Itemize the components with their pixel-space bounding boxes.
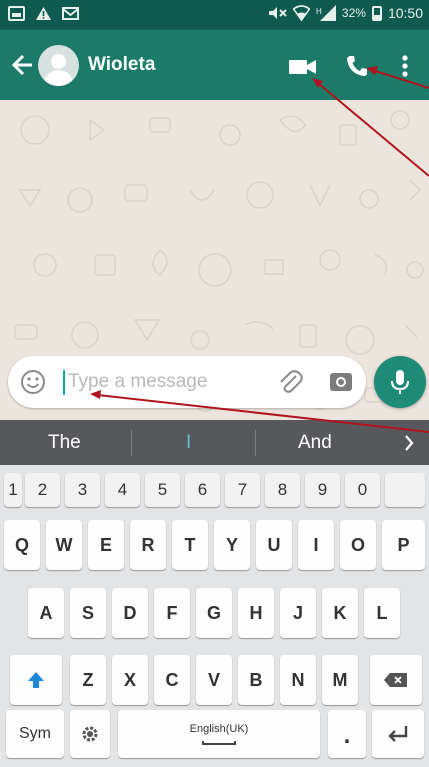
attachment-icon[interactable]	[276, 368, 304, 396]
back-arrow-icon[interactable]	[10, 50, 38, 80]
suggestion-the[interactable]: The	[48, 432, 81, 454]
key-b[interactable]: B	[238, 655, 274, 705]
status-bar: H 32% 10:50	[0, 0, 429, 30]
notification-icons	[8, 6, 79, 21]
key-2[interactable]: 2	[25, 473, 60, 507]
key-m[interactable]: M	[322, 655, 358, 705]
key-d[interactable]: D	[112, 588, 148, 638]
microphone-icon	[391, 370, 409, 394]
emoji-icon[interactable]	[20, 369, 46, 395]
system-status: H 32% 10:50	[267, 5, 423, 21]
backspace-key[interactable]	[370, 655, 422, 705]
suggestion-and[interactable]: And	[298, 432, 332, 454]
key-t[interactable]: T	[172, 520, 208, 570]
key-blank[interactable]	[385, 473, 425, 507]
wifi-icon	[292, 5, 310, 21]
key-r[interactable]: R	[130, 520, 166, 570]
key-g[interactable]: G	[196, 588, 232, 638]
keyboard: The I And 1 2 3 4 5 6 7 8 9 0 Q W E R T …	[0, 420, 429, 767]
key-9[interactable]: 9	[305, 473, 340, 507]
key-i[interactable]: I	[298, 520, 334, 570]
key-y[interactable]: Y	[214, 520, 250, 570]
signal-icon: H	[316, 5, 336, 21]
period-key[interactable]: .	[328, 710, 366, 758]
key-w[interactable]: W	[46, 520, 82, 570]
suggestion-strip: The I And	[0, 420, 429, 465]
key-v[interactable]: V	[196, 655, 232, 705]
key-7[interactable]: 7	[225, 473, 260, 507]
shift-key[interactable]	[10, 655, 62, 705]
mail-icon	[62, 7, 79, 20]
enter-icon	[388, 726, 408, 742]
space-key[interactable]: English(UK)	[118, 710, 320, 758]
camera-icon[interactable]	[328, 370, 354, 394]
more-options-icon[interactable]	[401, 55, 409, 77]
space-language-label: English(UK)	[189, 723, 249, 735]
suggestion-i[interactable]: I	[186, 432, 191, 454]
voice-message-button[interactable]	[374, 356, 426, 408]
key-o[interactable]: O	[340, 520, 376, 570]
key-h[interactable]: H	[238, 588, 274, 638]
video-call-icon[interactable]	[288, 57, 318, 77]
key-e[interactable]: E	[88, 520, 124, 570]
message-composer	[8, 356, 366, 408]
space-bar-icon	[202, 741, 236, 745]
key-l[interactable]: L	[364, 588, 400, 638]
svg-text:H: H	[316, 7, 322, 16]
key-a[interactable]: A	[28, 588, 64, 638]
key-q[interactable]: Q	[4, 520, 40, 570]
key-3[interactable]: 3	[65, 473, 100, 507]
key-x[interactable]: X	[112, 655, 148, 705]
key-0[interactable]: 0	[345, 473, 380, 507]
mute-icon	[268, 7, 287, 19]
avatar[interactable]	[38, 45, 79, 86]
text-cursor	[63, 370, 65, 395]
message-input[interactable]	[68, 366, 263, 398]
settings-key[interactable]	[70, 710, 110, 758]
chevron-right-icon[interactable]	[404, 435, 414, 451]
key-s[interactable]: S	[70, 588, 106, 638]
key-p[interactable]: P	[382, 520, 425, 570]
key-j[interactable]: J	[280, 588, 316, 638]
clock: 10:50	[387, 5, 423, 21]
key-8[interactable]: 8	[265, 473, 300, 507]
key-1[interactable]: 1	[4, 473, 22, 507]
voice-call-icon[interactable]	[345, 54, 369, 78]
battery-icon	[371, 5, 382, 21]
key-c[interactable]: C	[154, 655, 190, 705]
warning-icon	[36, 7, 51, 20]
enter-key[interactable]	[372, 710, 424, 758]
gear-icon	[82, 726, 98, 742]
key-6[interactable]: 6	[185, 473, 220, 507]
key-n[interactable]: N	[280, 655, 316, 705]
key-f[interactable]: F	[154, 588, 190, 638]
key-5[interactable]: 5	[145, 473, 180, 507]
key-z[interactable]: Z	[70, 655, 106, 705]
backspace-icon	[384, 673, 407, 687]
contact-name[interactable]: Wioleta	[88, 54, 155, 76]
shift-arrow-icon	[28, 672, 44, 688]
image-notification-icon	[8, 6, 25, 21]
key-4[interactable]: 4	[105, 473, 140, 507]
key-u[interactable]: U	[256, 520, 292, 570]
sym-key[interactable]: Sym	[6, 710, 64, 758]
battery-percent: 32%	[341, 6, 366, 20]
chat-header: Wioleta	[0, 30, 429, 100]
key-k[interactable]: K	[322, 588, 358, 638]
